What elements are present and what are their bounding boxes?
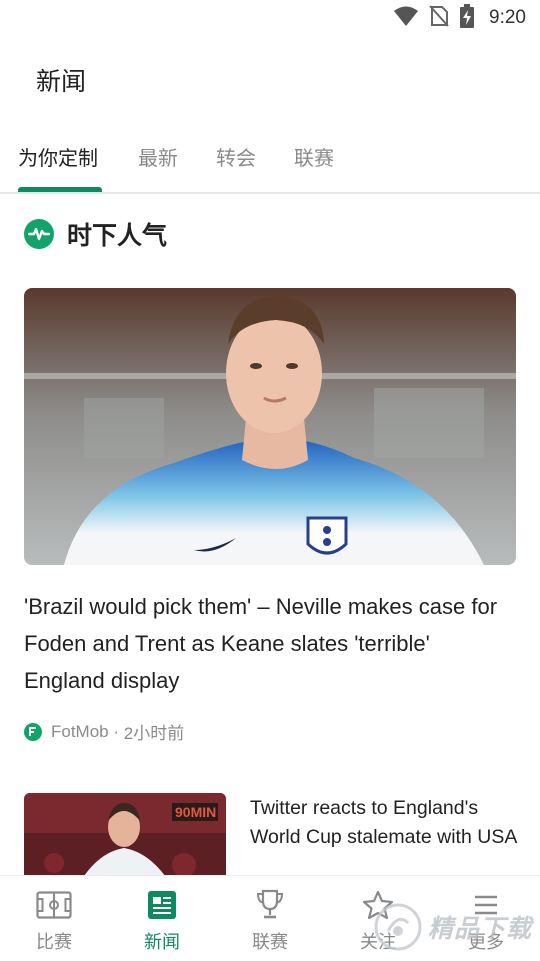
news-icon bbox=[142, 888, 182, 922]
watermark-logo-icon bbox=[374, 903, 422, 951]
status-bar: 9:20 bbox=[0, 0, 540, 36]
article-headline[interactable]: 'Brazil would pick them' – Neville makes… bbox=[24, 588, 516, 699]
fotmob-logo-icon bbox=[24, 722, 42, 741]
article-title[interactable]: Twitter reacts to England's World Cup st… bbox=[250, 794, 520, 852]
status-icons: 9:20 bbox=[393, 3, 526, 33]
tab-for-you[interactable]: 为你定制 bbox=[18, 142, 98, 171]
nav-label: 联赛 bbox=[252, 932, 288, 952]
source-name: FotMob bbox=[51, 721, 109, 741]
article-source: FotMob · 2小时前 bbox=[24, 719, 184, 744]
tab-bar: 为你定制 最新 转会 联赛 bbox=[0, 130, 540, 194]
tab-transfers[interactable]: 转会 bbox=[216, 142, 256, 171]
status-time: 9:20 bbox=[489, 7, 526, 28]
separator-dot: · bbox=[108, 721, 124, 741]
battery-charging-icon bbox=[459, 3, 475, 33]
watermark-text: 精品下载 bbox=[428, 915, 533, 943]
thumbnail-badge: 90MIN bbox=[175, 804, 216, 820]
article-hero-image[interactable] bbox=[24, 288, 516, 565]
page-title: 新闻 bbox=[36, 68, 87, 96]
pitch-icon bbox=[34, 888, 74, 922]
section-title: 时下人气 bbox=[67, 222, 168, 250]
nav-leagues[interactable]: 联赛 bbox=[216, 876, 324, 961]
nav-matches[interactable]: 比赛 bbox=[0, 876, 108, 961]
no-sim-icon bbox=[429, 4, 449, 32]
nav-label: 比赛 bbox=[36, 932, 72, 952]
watermark: 精品下载 bbox=[372, 898, 540, 956]
section-header: 时下人气 bbox=[24, 216, 167, 252]
wifi-icon bbox=[393, 5, 419, 32]
tab-indicator bbox=[18, 187, 102, 192]
article-time: 2小时前 bbox=[123, 724, 185, 743]
pulse-icon bbox=[24, 219, 54, 249]
nav-news[interactable]: 新闻 bbox=[108, 876, 216, 961]
app-bar: 新闻 bbox=[0, 36, 540, 120]
trophy-icon bbox=[250, 888, 290, 922]
nav-label: 新闻 bbox=[144, 932, 180, 952]
tab-leagues[interactable]: 联赛 bbox=[294, 142, 334, 171]
player-photo bbox=[24, 288, 516, 565]
tab-latest[interactable]: 最新 bbox=[138, 142, 178, 171]
